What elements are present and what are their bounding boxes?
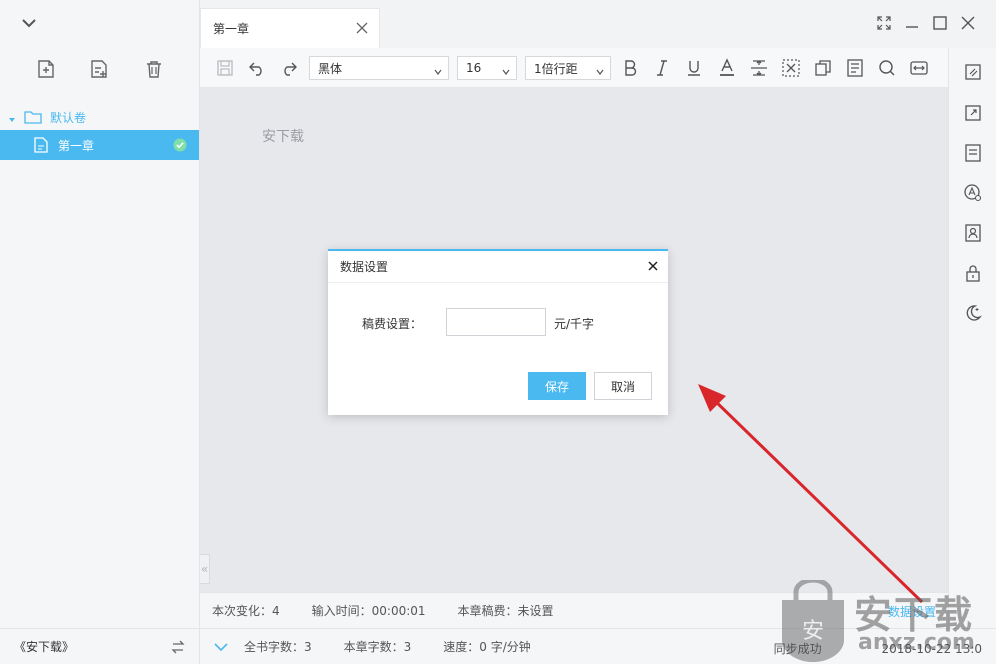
- notes-icon[interactable]: [963, 143, 983, 163]
- check-circle-icon: [173, 138, 187, 152]
- typo-check-icon[interactable]: [963, 183, 983, 203]
- underline-icon[interactable]: [684, 58, 704, 78]
- chapter-label: 第一章: [58, 138, 95, 153]
- close-icon[interactable]: [355, 21, 369, 35]
- sync-status: 同步成功: [773, 642, 822, 656]
- dialog-header: 数据设置: [328, 251, 668, 283]
- save-icon[interactable]: [215, 58, 235, 78]
- editor-content[interactable]: 安下载: [262, 126, 304, 146]
- fullscreen-icon[interactable]: [876, 15, 892, 31]
- volume-item[interactable]: 默认卷: [0, 102, 199, 132]
- font-size-value: 16: [466, 61, 482, 75]
- bold-icon[interactable]: [620, 58, 640, 78]
- undo-icon[interactable]: [247, 58, 267, 78]
- search-icon[interactable]: [877, 58, 897, 78]
- sync-info: 同步成功 2018-10-22 13:0: [774, 640, 982, 657]
- chevron-down-icon: [502, 65, 510, 75]
- font-color-icon[interactable]: [717, 58, 737, 78]
- change-count: 本次变化：4: [212, 604, 280, 618]
- save-button[interactable]: 保存: [528, 372, 586, 400]
- chapter-item[interactable]: 第一章: [0, 130, 199, 160]
- format-toolbar: 黑体 16 1倍行距: [200, 48, 948, 88]
- night-mode-icon[interactable]: [963, 303, 983, 323]
- book-name: 《安下载》: [14, 640, 75, 654]
- line-spacing-select[interactable]: 1倍行距: [525, 56, 611, 80]
- character-card-icon[interactable]: [963, 223, 983, 243]
- close-icon[interactable]: [646, 259, 660, 273]
- expand-sidebar-handle[interactable]: «: [200, 554, 210, 584]
- swap-icon[interactable]: [171, 640, 185, 654]
- paragraph-spacing-icon[interactable]: [749, 58, 769, 78]
- cut-icon[interactable]: [781, 58, 801, 78]
- lock-icon[interactable]: [963, 263, 983, 283]
- sync-timestamp: 2018-10-22 13:0: [881, 642, 983, 656]
- tab-bar: 第一章: [200, 0, 996, 48]
- chapter-word-count: 本章字数：3: [343, 640, 412, 654]
- volume-label: 默认卷: [50, 110, 87, 125]
- input-time: 输入时间：00:00:01: [311, 604, 426, 618]
- fee-label: 稿费设置：: [362, 317, 423, 331]
- data-settings-dialog: 数据设置 稿费设置： 元/千字 保存 取消: [328, 249, 668, 415]
- fee-unit: 元/千字: [554, 317, 595, 331]
- chevron-down-icon: [434, 65, 442, 75]
- book-word-count: 全书字数：3: [244, 640, 312, 654]
- new-chapter-icon[interactable]: [88, 58, 110, 80]
- typing-speed: 速度：0 字/分钟: [443, 640, 531, 654]
- caret-down-icon: [8, 113, 16, 122]
- fee-input[interactable]: [446, 308, 546, 336]
- data-settings-link[interactable]: 数据设置: [888, 603, 936, 620]
- chevron-down-icon: [596, 65, 604, 75]
- status-bar-bottom: 全书字数：3 本章字数：3 速度：0 字/分钟 同步成功 2018-10-22 …: [200, 628, 996, 664]
- font-size-select[interactable]: 16: [457, 56, 517, 80]
- italic-icon[interactable]: [652, 58, 672, 78]
- outline-icon[interactable]: [963, 62, 983, 82]
- cancel-button[interactable]: 取消: [594, 372, 652, 400]
- chevron-down-icon[interactable]: [214, 640, 228, 654]
- window-close-icon[interactable]: [960, 15, 976, 31]
- chevron-down-icon[interactable]: [20, 14, 38, 32]
- sidebar: 默认卷 第一章 《安下载》: [0, 0, 200, 664]
- redo-icon[interactable]: [279, 58, 299, 78]
- font-family-select[interactable]: 黑体: [309, 56, 449, 80]
- tab-label: 第一章: [213, 22, 250, 36]
- right-toolbar: [948, 48, 996, 664]
- dialog-title: 数据设置: [340, 260, 389, 274]
- font-family-value: 黑体: [318, 61, 343, 76]
- chapter-fee: 本章稿费：未设置: [457, 604, 554, 618]
- sidebar-footer: 《安下载》: [0, 628, 199, 664]
- maximize-icon[interactable]: [932, 15, 948, 31]
- tab-chapter[interactable]: 第一章: [200, 8, 380, 48]
- document-icon: [34, 137, 48, 153]
- trash-icon[interactable]: [143, 58, 165, 80]
- folder-icon: [24, 109, 42, 125]
- copy-icon[interactable]: [813, 58, 833, 78]
- replace-icon[interactable]: [909, 58, 929, 78]
- minimize-icon[interactable]: [904, 15, 920, 31]
- format-document-icon[interactable]: [845, 58, 865, 78]
- line-spacing-value: 1倍行距: [534, 61, 578, 76]
- export-icon[interactable]: [963, 103, 983, 123]
- status-bar-top: 本次变化：4 输入时间：00:00:01 本章稿费：未设置 数据设置: [200, 592, 948, 628]
- new-file-icon[interactable]: [35, 58, 57, 80]
